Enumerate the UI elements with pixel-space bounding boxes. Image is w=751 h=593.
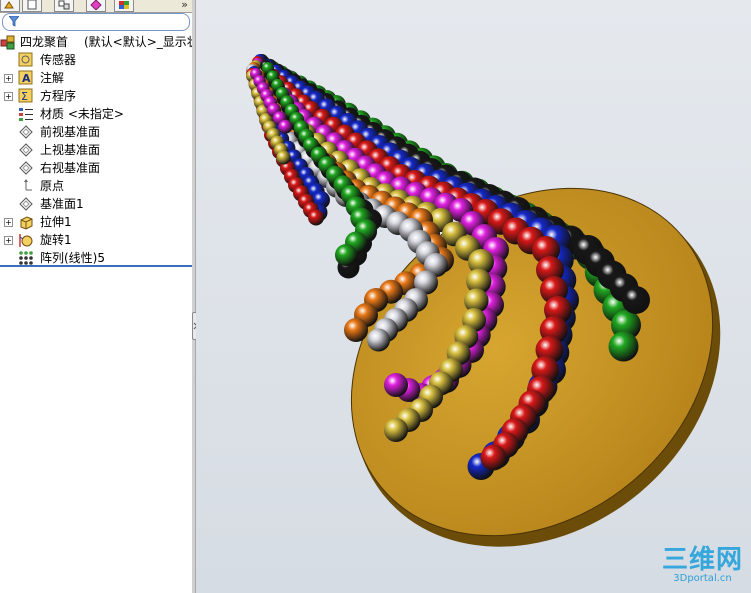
bead-sphere	[335, 244, 357, 266]
property-manager-icon	[27, 0, 37, 10]
tree-item-front-plane[interactable]: 前视基准面	[0, 123, 192, 141]
part-icon	[0, 35, 15, 50]
plane-icon	[19, 197, 33, 211]
tree-item-label: 上视基准面	[40, 143, 101, 157]
linear-pattern-icon	[19, 251, 33, 265]
bead-sphere	[344, 318, 368, 342]
rollback-bar[interactable]	[0, 265, 192, 267]
watermark-url: 3Dportal.cn	[673, 573, 732, 584]
bead-sphere	[608, 331, 639, 362]
bead-sphere	[278, 119, 293, 134]
extrude-icon	[20, 216, 33, 230]
tree-item-label: 右视基准面	[40, 161, 101, 175]
material-icon	[19, 108, 33, 121]
watermark-logo: 三维网	[661, 545, 743, 575]
bead-sphere	[384, 373, 408, 397]
tree-item-label: 方程序	[40, 89, 77, 103]
part-name: 四龙聚首	[20, 35, 69, 49]
tree-item-label: 前视基准面	[40, 125, 101, 139]
tree-item-label: 注解	[40, 71, 65, 85]
tree-item-extrude1[interactable]: + 拉伸1	[0, 213, 192, 231]
tree-item-revolve1[interactable]: + 旋转1	[0, 231, 192, 249]
tab-configuration-manager[interactable]	[54, 0, 74, 12]
tab-dimxpert-manager[interactable]	[86, 0, 106, 12]
model-scene[interactable]	[196, 0, 751, 593]
bead-sphere	[384, 418, 408, 442]
expand-toggle-icon[interactable]: +	[4, 218, 13, 227]
filter-funnel-icon	[9, 16, 19, 27]
graphics-viewport[interactable]: 三维网 3Dportal.cn	[196, 0, 751, 593]
bead-sphere	[622, 286, 650, 314]
dimxpert-icon	[90, 0, 102, 10]
display-manager-icon	[119, 1, 129, 9]
plane-icon	[19, 125, 33, 139]
annotation-icon: A	[18, 70, 33, 85]
origin-icon	[24, 179, 32, 191]
tree-item-origin[interactable]: 原点	[0, 177, 192, 195]
svg-text:Σ: Σ	[21, 90, 28, 103]
tree-item-label: 基准面1	[40, 197, 84, 211]
more-tabs-chevron-icon[interactable]: »	[181, 0, 188, 11]
tree-filter-input[interactable]	[2, 13, 190, 31]
tree-item-label: 拉伸1	[40, 215, 72, 229]
tree-item-sensors[interactable]: 传感器	[0, 51, 192, 69]
tree-item-right-plane[interactable]: 右视基准面	[0, 159, 192, 177]
tree-item-plane1[interactable]: 基准面1	[0, 195, 192, 213]
expand-toggle-icon[interactable]: +	[4, 92, 13, 101]
part-config: (默认<默认>_显示状	[84, 35, 193, 49]
tree-root-part[interactable]: 四龙聚首 (默认<默认>_显示状	[0, 33, 192, 51]
tree-item-label: 材质 <未指定>	[40, 107, 124, 121]
tab-property-manager[interactable]	[22, 0, 42, 12]
tree-item-label: 旋转1	[40, 233, 72, 247]
tab-feature-manager[interactable]	[0, 0, 20, 12]
configuration-manager-icon	[58, 0, 70, 10]
panel-tabs: »	[0, 0, 192, 13]
tree-item-top-plane[interactable]: 上视基准面	[0, 141, 192, 159]
watermark: 三维网 3Dportal.cn	[662, 547, 743, 585]
plane-icon	[19, 161, 33, 175]
revolve-icon	[19, 234, 33, 247]
tab-display-manager[interactable]	[114, 0, 134, 12]
expand-toggle-icon[interactable]: +	[4, 74, 13, 83]
tree-item-annotations[interactable]: + A 注解	[0, 69, 192, 87]
expand-toggle-icon[interactable]: +	[4, 236, 13, 245]
bead-sphere	[308, 209, 324, 226]
plane-icon	[19, 143, 33, 157]
svg-text:A: A	[22, 72, 31, 85]
tree-item-label: 原点	[40, 179, 65, 193]
bead-sphere	[276, 150, 291, 165]
sensor-icon	[18, 52, 33, 67]
tree-item-label: 阵列(线性)5	[40, 251, 105, 265]
bead-sphere	[367, 328, 390, 352]
tree-item-material[interactable]: 材质 <未指定>	[0, 105, 192, 123]
equation-icon: Σ	[18, 88, 33, 103]
bead-sphere	[480, 444, 507, 471]
tree-item-label: 传感器	[40, 53, 77, 67]
feature-manager-panel: » 四龙聚首 (默认<默认>_显示状 传感器 + A 注解 + Σ 方程序 材质…	[0, 0, 193, 593]
feature-manager-icon	[4, 1, 14, 9]
tree-item-equations[interactable]: + Σ 方程序	[0, 87, 192, 105]
